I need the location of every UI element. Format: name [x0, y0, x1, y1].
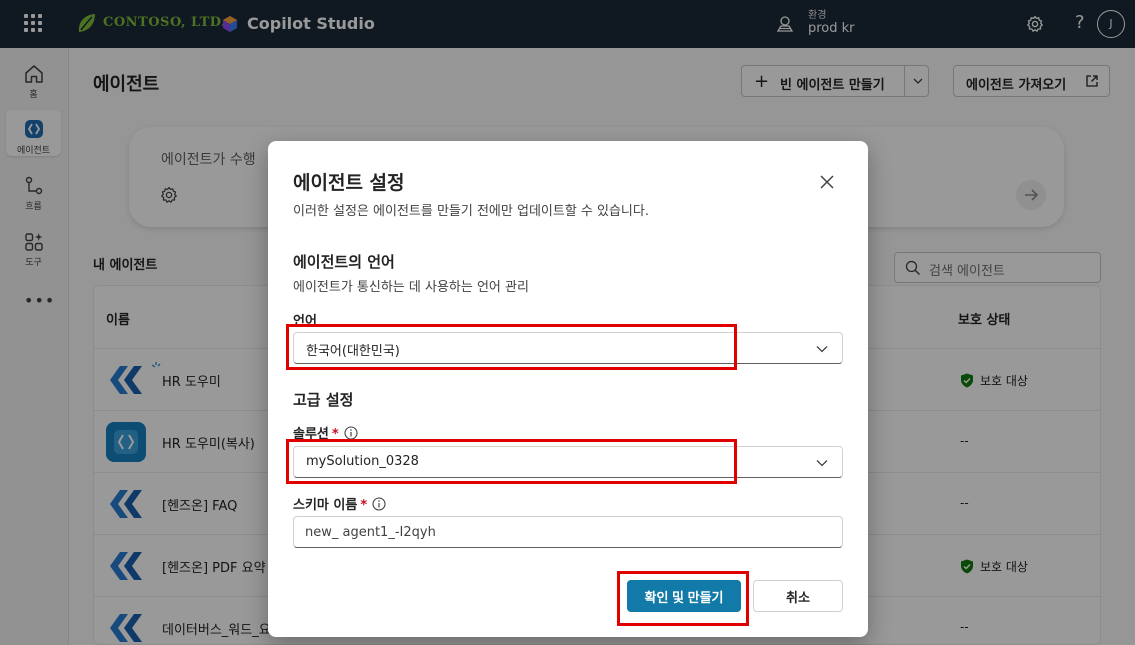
- required-indicator: *: [331, 427, 339, 442]
- language-section-description: 에이전트가 통신하는 데 사용하는 언어 관리: [293, 280, 529, 295]
- close-icon[interactable]: [817, 172, 837, 192]
- chevron-down-icon: [816, 460, 828, 467]
- chevron-down-icon: [816, 346, 828, 353]
- language-select[interactable]: 한국어(대한민국): [293, 332, 843, 364]
- info-icon[interactable]: [344, 426, 358, 440]
- advanced-settings-heading: 고급 설정: [293, 391, 354, 409]
- confirm-create-button[interactable]: 확인 및 만들기: [627, 580, 741, 612]
- solution-label-text: 솔루션: [293, 427, 329, 442]
- schema-name-field-label: 스키마 이름 *: [293, 494, 386, 513]
- required-indicator: *: [360, 498, 368, 513]
- dialog-title: 에이전트 설정: [293, 172, 405, 194]
- solution-field-label: 솔루션 *: [293, 423, 358, 442]
- solution-select[interactable]: mySolution_0328: [293, 446, 843, 478]
- agent-settings-dialog: 에이전트 설정 이러한 설정은 에이전트를 만들기 전에만 업데이트할 수 있습…: [268, 141, 868, 637]
- schema-name-input[interactable]: [293, 516, 843, 548]
- solution-select-value: mySolution_0328: [306, 454, 419, 469]
- language-section-heading: 에이전트의 언어: [293, 253, 395, 271]
- dialog-subtitle: 이러한 설정은 에이전트를 만들기 전에만 업데이트할 수 있습니다.: [293, 204, 649, 219]
- schema-name-label-text: 스키마 이름: [293, 498, 358, 513]
- language-select-value: 한국어(대한민국): [306, 344, 400, 359]
- info-icon[interactable]: [372, 497, 386, 511]
- language-field-label: 언어: [293, 314, 317, 329]
- cancel-button[interactable]: 취소: [753, 580, 843, 612]
